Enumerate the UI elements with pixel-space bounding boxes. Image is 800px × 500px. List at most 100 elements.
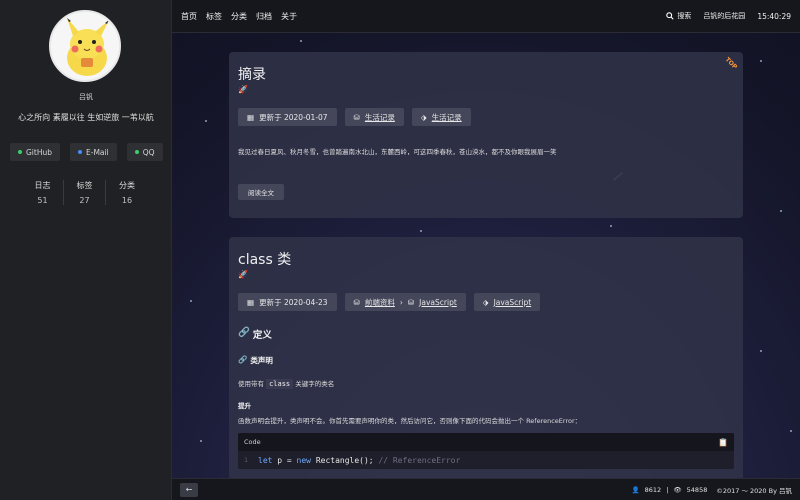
category-parent-link[interactable]: 前端资料 (365, 297, 395, 308)
post-meta: ▦ 更新于 2020-01-07 ⛁ 生活记录 ⬗ 生活记录 (238, 108, 734, 126)
sidebar: 吕钒 心之所向 素履以往 生如逆旅 一苇以航 GitHub E-Mail QQ … (0, 0, 172, 500)
heading-definition-text: 定义 (252, 330, 272, 341)
code-block: Code 📋 1 let p = new Rectangle(); // Ref… (238, 433, 734, 469)
code-keyword: let (258, 455, 273, 465)
github-link-label: GitHub (26, 147, 52, 157)
code-text: Rectangle(); (311, 455, 379, 465)
chevron-right-icon: › (399, 297, 403, 307)
stat-posts-label: 日志 (34, 181, 51, 190)
heading-declaration-text: 类声明 (250, 356, 273, 365)
post-card: class 类 🚀 ▦ 更新于 2020-04-23 ⛁ 前端资料 › ⛁ Ja… (229, 237, 743, 487)
post-tag-label: JavaScript (493, 297, 532, 307)
copyright: ©2017 ～ 2020 By 吕钒 (716, 486, 792, 495)
copy-icon[interactable]: 📋 (718, 438, 728, 447)
folder-icon: ⛁ (407, 297, 415, 307)
author-motto: 心之所向 素履以往 生如逆旅 一苇以航 (18, 113, 154, 122)
post-tag[interactable]: ⬗ 生活记录 (411, 108, 471, 126)
footer-stats: 👤 8612 | 👁 54858 ©2017 ～ 2020 By 吕钒 (632, 485, 792, 495)
hoisting-paragraph: 函数声明会提升，类声明不会。你首先需要声明你的类，然后访问它，否则像下面的代码会… (238, 417, 582, 425)
qq-link-label: QQ (142, 147, 155, 157)
declaration-paragraph: 使用带有 class 关键字的类名 (238, 378, 734, 389)
email-link[interactable]: E-Mail (70, 143, 117, 161)
code-block-label: Code (244, 438, 261, 446)
post-category[interactable]: ⛁ 生活记录 (344, 108, 404, 126)
code-text: p = (272, 455, 297, 465)
calendar-icon: ▦ (247, 112, 255, 122)
rocket-icon: 🚀 (238, 270, 248, 279)
stat-posts[interactable]: 日志 51 (22, 180, 64, 205)
github-icon (18, 150, 22, 154)
eye-icon: 👁 (673, 485, 682, 494)
code-block-header: Code 📋 (238, 433, 734, 451)
inline-code: class (266, 379, 294, 389)
search-button[interactable]: 搜索 (666, 11, 691, 21)
read-more-button[interactable]: 阅读全文 (238, 184, 284, 200)
nav-tags[interactable]: 标签 (206, 11, 222, 22)
heading-declaration[interactable]: 🔗 类声明 (238, 355, 734, 366)
stat-tags[interactable]: 标签 27 (64, 180, 106, 205)
stat-categories-label: 分类 (119, 181, 135, 190)
search-icon (666, 12, 674, 20)
qq-link[interactable]: QQ (126, 143, 163, 161)
view-count: 54858 (686, 485, 708, 494)
updated-date-text: 更新于 2020-04-23 (259, 297, 328, 307)
updated-date-text: 更新于 2020-01-07 (259, 112, 328, 122)
stat-tags-label: 标签 (76, 181, 93, 190)
heading-hoisting: 提升 (238, 402, 251, 410)
social-links: GitHub E-Mail QQ (10, 143, 163, 161)
post-excerpt: 我见过春日夏风、秋月冬雪，也曾踏遍南水北山，东麓西岭，可这四季春秋，苍山泱水，都… (238, 148, 557, 156)
email-link-label: E-Mail (86, 147, 109, 157)
post-card: TOP 摘录 🚀 ▦ 更新于 2020-01-07 ⛁ 生活记录 ⬗ 生活记录 … (229, 52, 743, 218)
updated-date: ▦ 更新于 2020-04-23 (238, 293, 337, 311)
updated-date: ▦ 更新于 2020-01-07 (238, 108, 337, 126)
search-label: 搜索 (677, 12, 692, 20)
back-arrow-icon[interactable]: ← (180, 482, 198, 497)
post-meta: ▦ 更新于 2020-04-23 ⛁ 前端资料 › ⛁ JavaScript ⬗… (238, 293, 734, 311)
stat-tags-value: 27 (79, 196, 90, 205)
tag-icon: ⬗ (482, 297, 489, 307)
divider: | (666, 485, 669, 494)
visitor-count: 8612 (644, 485, 662, 494)
github-link[interactable]: GitHub (10, 143, 60, 161)
stat-categories[interactable]: 分类 16 (106, 180, 148, 205)
folder-icon: ⛁ (353, 297, 360, 307)
author-name: 吕钒 (79, 93, 93, 101)
clock: 15:40:29 (757, 11, 791, 21)
folder-icon: ⛁ (353, 112, 360, 122)
qq-icon (134, 150, 139, 154)
heading-definition[interactable]: 🔗 定义 (238, 327, 734, 341)
calendar-icon: ▦ (247, 297, 255, 307)
stat-posts-value: 51 (37, 196, 48, 205)
post-tag[interactable]: ⬗ JavaScript (473, 293, 541, 311)
tag-icon: ⬗ (420, 112, 427, 122)
link-icon: 🔗 (238, 355, 248, 364)
declaration-text-post: 关键字的类名 (295, 380, 335, 388)
avatar[interactable] (49, 10, 121, 82)
main-nav: 首页 标签 分类 归档 关于 (181, 11, 297, 22)
code-line: 1 let p = new Rectangle(); // ReferenceE… (238, 451, 734, 469)
link-icon: 🔗 (238, 327, 250, 338)
stat-categories-value: 16 (121, 196, 133, 205)
footer: ← 👤 8612 | 👁 54858 ©2017 ～ 2020 By 吕钒 (172, 478, 800, 500)
nav-home[interactable]: 首页 (181, 11, 197, 22)
post-title[interactable]: 摘录 (238, 64, 734, 84)
declaration-text-pre: 使用带有 (238, 380, 264, 388)
rocket-icon: 🚀 (238, 85, 248, 94)
code-keyword: new (296, 455, 311, 465)
nav-categories[interactable]: 分类 (231, 11, 247, 22)
user-icon: 👤 (631, 485, 640, 494)
post-category: ⛁ 前端资料 › ⛁ JavaScript (344, 293, 466, 311)
line-number: 1 (244, 456, 248, 464)
nav-about[interactable]: 关于 (281, 11, 297, 22)
site-stats: 日志 51 标签 27 分类 16 (22, 180, 148, 205)
site-name[interactable]: 吕钒的后花园 (703, 11, 745, 21)
nav-archives[interactable]: 归档 (256, 11, 272, 22)
header-right: 搜索 吕钒的后花园 15:40:29 (666, 11, 791, 21)
post-category-label: 生活记录 (364, 112, 395, 122)
top-navbar: 首页 标签 分类 归档 关于 搜索 吕钒的后花园 15:40:29 (172, 0, 800, 33)
category-child-link[interactable]: JavaScript (419, 298, 457, 307)
email-icon (78, 150, 82, 154)
post-tag-label: 生活记录 (431, 112, 462, 122)
code-comment: // ReferenceError (378, 455, 461, 465)
post-title[interactable]: class 类 (238, 249, 734, 269)
